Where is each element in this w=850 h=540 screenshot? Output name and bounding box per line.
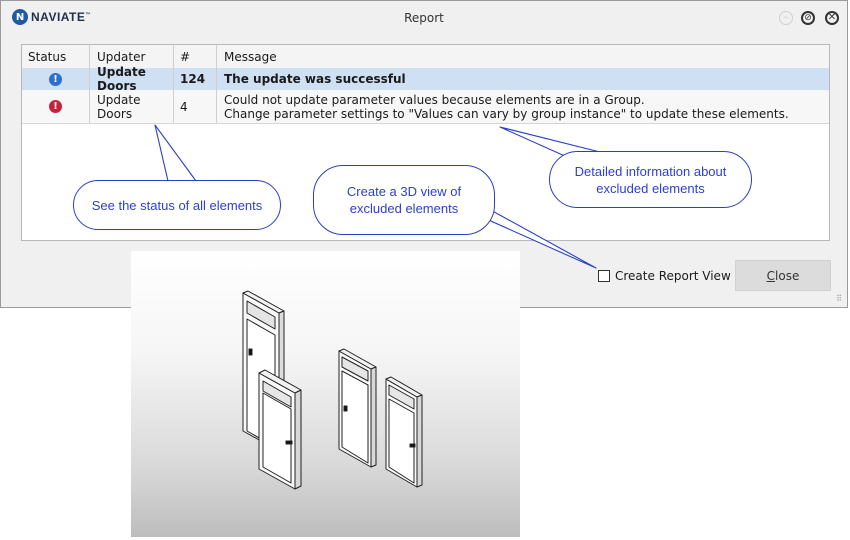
door-icon	[258, 369, 302, 490]
pin-icon[interactable]: ⊘	[801, 11, 815, 25]
column-header-message[interactable]: Message	[217, 45, 829, 68]
create-report-view-checkbox[interactable]	[598, 270, 610, 282]
column-header-count[interactable]: #	[174, 45, 217, 68]
create-report-view-label[interactable]: Create Report View	[615, 269, 731, 283]
create-report-view-option[interactable]: Create Report View	[598, 269, 731, 283]
error-icon: !	[49, 100, 62, 113]
resize-grip-icon[interactable]: ⠿	[836, 294, 842, 303]
message-line-2: Change parameter settings to "Values can…	[224, 107, 789, 121]
minimize-icon[interactable]: –	[779, 11, 793, 25]
table-row[interactable]: ! Update Doors 4 Could not update parame…	[22, 90, 829, 124]
cell-count: 124	[174, 68, 217, 90]
table-row[interactable]: ! Update Doors 124 The update was succes…	[22, 65, 829, 93]
status-callout: See the status of all elements	[73, 180, 281, 230]
info-icon: !	[49, 72, 62, 86]
close-button[interactable]: Close	[735, 260, 831, 291]
cell-updater: Update Doors	[90, 90, 174, 123]
view-callout: Create a 3D view of excluded elements	[313, 165, 495, 235]
door-icon	[385, 376, 423, 488]
door-icon	[338, 348, 377, 468]
report-3d-view	[131, 251, 520, 537]
close-button-mnemonic: C	[766, 268, 776, 283]
message-line-1: Could not update parameter values becaus…	[224, 93, 645, 107]
details-callout: Detailed information about excluded elem…	[549, 151, 752, 208]
window-title: Report	[404, 11, 444, 25]
cell-count: 4	[174, 90, 217, 123]
cell-message: Could not update parameter values becaus…	[217, 90, 829, 123]
column-header-status[interactable]: Status	[22, 45, 90, 68]
title-bar: N NAVIATE™ Report – ⊘ ✕	[1, 1, 847, 35]
cell-updater: Update Doors	[90, 65, 174, 93]
cell-message: The update was successful	[224, 72, 406, 86]
close-icon[interactable]: ✕	[825, 11, 839, 25]
close-button-label: lose	[775, 268, 800, 283]
door-model-illustration	[242, 290, 423, 490]
